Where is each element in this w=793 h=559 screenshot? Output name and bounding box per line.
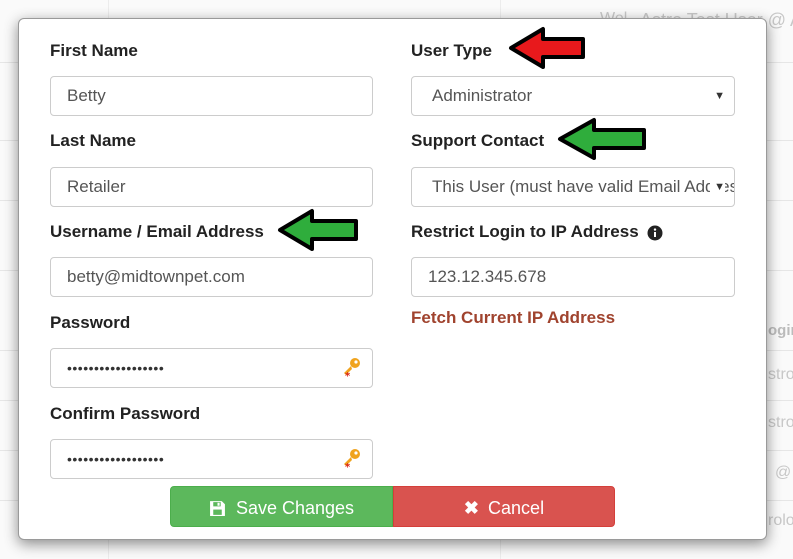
confirm-password-input[interactable]: •••••••••••••••••• *: [50, 439, 373, 479]
floppy-disk-icon: [210, 500, 225, 516]
first-name-label: First Name: [50, 41, 138, 60]
edit-user-modal: First Name Betty Last Name Retailer User…: [18, 18, 767, 540]
last-name-input[interactable]: Retailer: [50, 167, 373, 207]
password-input[interactable]: •••••••••••••••••• *: [50, 348, 373, 388]
user-type-selected: Administrator: [432, 86, 533, 105]
user-type-select[interactable]: Administrator ▼: [411, 76, 735, 116]
password-label: Password: [50, 313, 131, 332]
cancel-button[interactable]: ✖ Cancel: [393, 486, 615, 527]
key-icon[interactable]: *: [342, 357, 362, 379]
confirm-password-value: ••••••••••••••••••: [67, 451, 165, 467]
info-icon[interactable]: [647, 225, 663, 241]
bg-side-text: stro: [768, 366, 793, 383]
restrict-ip-input[interactable]: 123.12.345.678: [411, 257, 735, 297]
bg-side-text: @: [775, 464, 792, 481]
last-name-label: Last Name: [50, 131, 136, 150]
svg-text:*: *: [345, 371, 351, 379]
save-changes-button[interactable]: Save Changes: [170, 486, 393, 527]
caret-down-icon: ▼: [714, 90, 725, 102]
username-email-input[interactable]: betty@midtownpet.com: [50, 257, 373, 297]
bg-side-text: stro: [768, 414, 793, 431]
username-label: Username / Email Address: [50, 222, 264, 241]
save-changes-label: Save Changes: [235, 497, 355, 518]
password-value: ••••••••••••••••••: [67, 360, 165, 376]
restrict-ip-label: Restrict Login to IP Address: [411, 222, 663, 242]
bg-side-text: rolo: [768, 512, 793, 529]
bg-side-text: ogin: [768, 322, 793, 339]
svg-text:*: *: [345, 462, 351, 470]
cancel-label: Cancel: [488, 497, 545, 518]
restrict-ip-label-text: Restrict Login to IP Address: [411, 222, 639, 241]
first-name-input[interactable]: Betty: [50, 76, 373, 116]
caret-down-icon: ▼: [710, 168, 725, 206]
close-icon: ✖: [463, 497, 480, 518]
annotation-arrow-green: [558, 118, 646, 160]
annotation-arrow-green: [278, 209, 358, 251]
support-contact-selected: This User (must have valid Email Address…: [432, 177, 735, 196]
support-contact-select[interactable]: This User (must have valid Email Address…: [411, 167, 735, 207]
fetch-current-ip-link[interactable]: Fetch Current IP Address: [411, 308, 615, 328]
support-contact-label: Support Contact: [411, 131, 545, 150]
key-icon[interactable]: *: [342, 448, 362, 470]
annotation-arrow-red: [509, 27, 585, 69]
confirm-password-label: Confirm Password: [50, 404, 201, 423]
user-type-label: User Type: [411, 41, 492, 60]
